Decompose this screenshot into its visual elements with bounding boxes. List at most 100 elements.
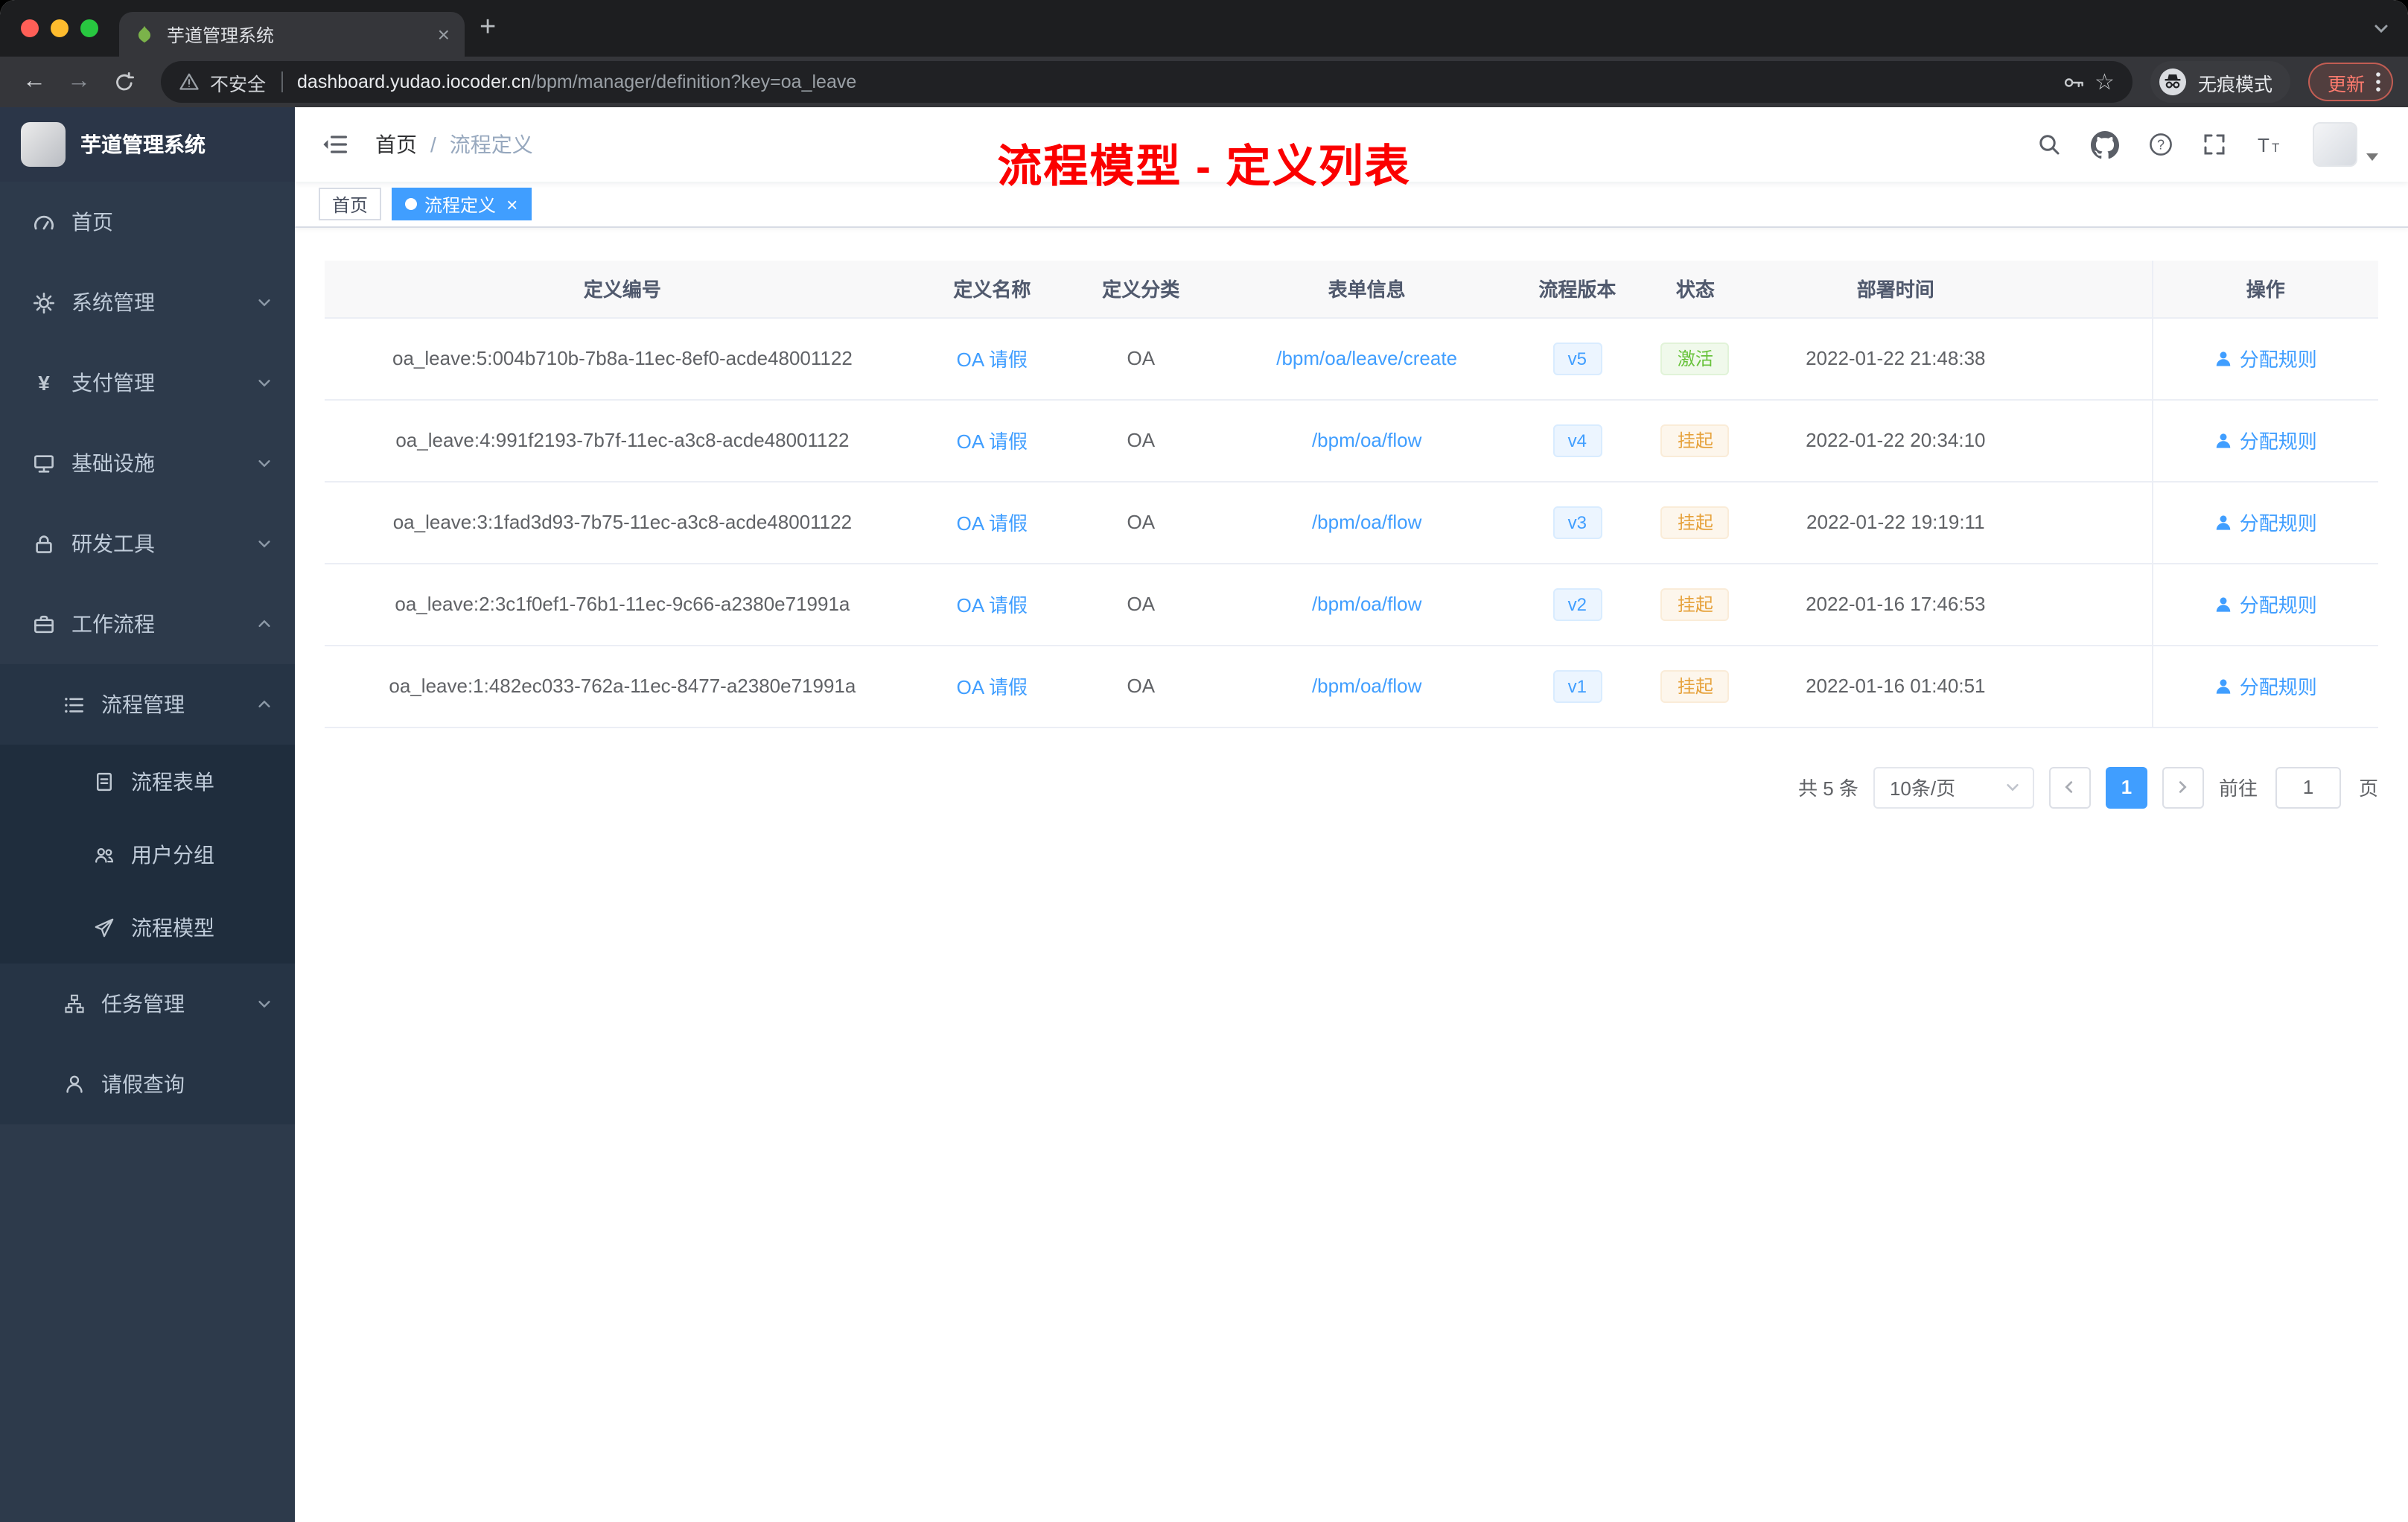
cell-status: 挂起 <box>1639 481 1752 564</box>
definition-name-link[interactable]: OA 请假 <box>957 512 1028 535</box>
form-link[interactable]: /bpm/oa/flow <box>1312 593 1421 615</box>
font-size-icon[interactable]: TT <box>2256 133 2283 156</box>
active-tag-dot <box>405 198 418 210</box>
sidebar-item-home[interactable]: 首页 <box>0 182 295 262</box>
tag-process-definition[interactable]: 流程定义 × <box>392 188 532 220</box>
browser-tab[interactable]: 芋道管理系统 × <box>119 12 465 57</box>
sidebar-item-label: 用户分组 <box>131 842 214 866</box>
cell-status: 激活 <box>1639 317 1752 400</box>
definition-name-link[interactable]: OA 请假 <box>957 348 1028 371</box>
cell-filler <box>2039 645 2153 727</box>
next-page-button[interactable] <box>2162 766 2204 808</box>
definition-name-link[interactable]: OA 请假 <box>957 676 1028 698</box>
tab-title: 芋道管理系统 <box>167 25 275 45</box>
assign-rule-label: 分配规则 <box>2239 512 2317 535</box>
dashboard-icon <box>33 211 55 233</box>
annotation-title: 流程模型 - 定义列表 <box>997 143 1411 192</box>
tag-close-icon[interactable]: × <box>506 193 517 215</box>
sidebar-item-label: 首页 <box>71 210 113 234</box>
browser-toolbar: ← → 不安全 dashboard.yudao.iocoder.cn/bpm/m… <box>0 57 2408 107</box>
bookmark-star-icon[interactable]: ☆ <box>2095 69 2115 95</box>
navbar-actions: ? TT <box>2037 122 2378 167</box>
sidebar-item-process-model[interactable]: 流程模型 <box>0 891 295 964</box>
cell-category: OA <box>1063 563 1218 646</box>
cell-operation: 分配规则 <box>2151 481 2378 564</box>
window-close-button[interactable] <box>21 19 39 37</box>
update-button[interactable]: 更新 <box>2307 63 2393 101</box>
cell-definition-name: OA 请假 <box>920 563 1064 646</box>
assign-rule-link[interactable]: 分配规则 <box>2214 508 2317 536</box>
prev-page-button[interactable] <box>2048 766 2091 808</box>
form-link[interactable]: /bpm/oa/flow <box>1312 675 1421 697</box>
definition-table: 定义编号 定义名称 定义分类 表单信息 流程版本 状态 部署时间 操作 oa_l… <box>325 261 2378 727</box>
cell-definition-name: OA 请假 <box>920 481 1064 564</box>
send-icon <box>92 917 115 937</box>
menu-kebab-icon[interactable] <box>2375 71 2381 92</box>
breadcrumb-home[interactable]: 首页 <box>375 130 417 159</box>
forward-button[interactable]: → <box>60 63 98 101</box>
reload-button[interactable] <box>104 63 143 101</box>
sidebar-item-payment-management[interactable]: ¥ 支付管理 <box>0 343 295 423</box>
tab-search-chevron-icon[interactable] <box>2372 19 2390 37</box>
form-link[interactable]: /bpm/oa/flow <box>1312 511 1421 533</box>
window-minimize-button[interactable] <box>51 19 69 37</box>
cell-form-info: /bpm/oa/flow <box>1217 399 1516 482</box>
assign-rule-link[interactable]: 分配规则 <box>2214 590 2317 618</box>
main-area: 首页 / 流程定义 ? TT 首页 流程定义 × 定义编号 定义名称 定义分类 … <box>295 107 2408 1522</box>
tab-close-icon[interactable]: × <box>438 22 450 46</box>
key-icon[interactable] <box>2062 71 2084 93</box>
sidebar-item-user-group[interactable]: 用户分组 <box>0 818 295 891</box>
cell-filler <box>2039 317 2153 400</box>
back-button[interactable]: ← <box>15 63 54 101</box>
cell-definition-name: OA 请假 <box>920 645 1064 727</box>
cell-deploy-time: 2022-01-22 21:48:38 <box>1751 317 2039 400</box>
user-group-icon <box>92 844 115 865</box>
cell-deploy-time: 2022-01-16 17:46:53 <box>1751 563 2039 646</box>
address-bar[interactable]: 不安全 dashboard.yudao.iocoder.cn/bpm/manag… <box>161 61 2133 103</box>
sidebar-item-system-management[interactable]: 系统管理 <box>0 262 295 343</box>
fullscreen-icon[interactable] <box>2202 133 2226 156</box>
search-icon[interactable] <box>2037 133 2061 156</box>
cell-version: v1 <box>1515 645 1640 727</box>
tag-home[interactable]: 首页 <box>319 188 382 220</box>
sidebar-item-workflow[interactable]: 工作流程 <box>0 584 295 664</box>
sidebar-item-infrastructure[interactable]: 基础设施 <box>0 423 295 503</box>
sidebar-item-leave-query[interactable]: 请假查询 <box>0 1044 295 1124</box>
help-icon[interactable]: ? <box>2149 133 2173 156</box>
cell-form-info: /bpm/oa/flow <box>1217 481 1516 564</box>
sidebar-item-process-form[interactable]: 流程表单 <box>0 745 295 818</box>
sidebar-item-task-management[interactable]: 任务管理 <box>0 964 295 1044</box>
url-path: /bpm/manager/definition?key=oa_leave <box>531 71 857 92</box>
form-link[interactable]: /bpm/oa/flow <box>1312 429 1421 451</box>
goto-page-input[interactable] <box>2275 766 2341 808</box>
definition-name-link[interactable]: OA 请假 <box>957 430 1028 453</box>
definition-name-link[interactable]: OA 请假 <box>957 594 1028 617</box>
new-tab-button[interactable]: + <box>480 0 496 57</box>
breadcrumb-separator: / <box>430 133 436 156</box>
page-1-button[interactable]: 1 <box>2105 766 2147 808</box>
window-controls <box>0 0 119 57</box>
col-status: 状态 <box>1639 261 1752 318</box>
window-zoom-button[interactable] <box>80 19 98 37</box>
cell-version: v4 <box>1515 399 1640 482</box>
cell-operation: 分配规则 <box>2151 645 2378 727</box>
assign-rule-link[interactable]: 分配规则 <box>2214 672 2317 700</box>
svg-text:?: ? <box>2157 137 2165 152</box>
form-link[interactable]: /bpm/oa/leave/create <box>1276 347 1457 369</box>
cell-filler <box>2039 399 2153 482</box>
avatar-caret-icon <box>2366 153 2378 161</box>
assign-rule-link[interactable]: 分配规则 <box>2214 344 2317 372</box>
status-badge: 挂起 <box>1660 588 1730 620</box>
table-row: oa_leave:1:482ec033-762a-11ec-8477-a2380… <box>325 645 2378 727</box>
app-logo[interactable]: 芋道管理系统 <box>0 107 295 182</box>
chevron-down-icon <box>256 535 273 552</box>
assign-rule-link[interactable]: 分配规则 <box>2214 426 2317 454</box>
github-icon[interactable] <box>2091 130 2119 159</box>
chevron-down-icon <box>256 375 273 391</box>
status-badge: 挂起 <box>1660 669 1730 702</box>
page-size-select[interactable]: 10条/页 <box>1873 766 2034 808</box>
sidebar-item-process-management[interactable]: 流程管理 <box>0 664 295 745</box>
sidebar-item-dev-tools[interactable]: 研发工具 <box>0 503 295 584</box>
sidebar-toggle-icon[interactable] <box>295 133 375 156</box>
user-avatar[interactable] <box>2313 122 2378 167</box>
